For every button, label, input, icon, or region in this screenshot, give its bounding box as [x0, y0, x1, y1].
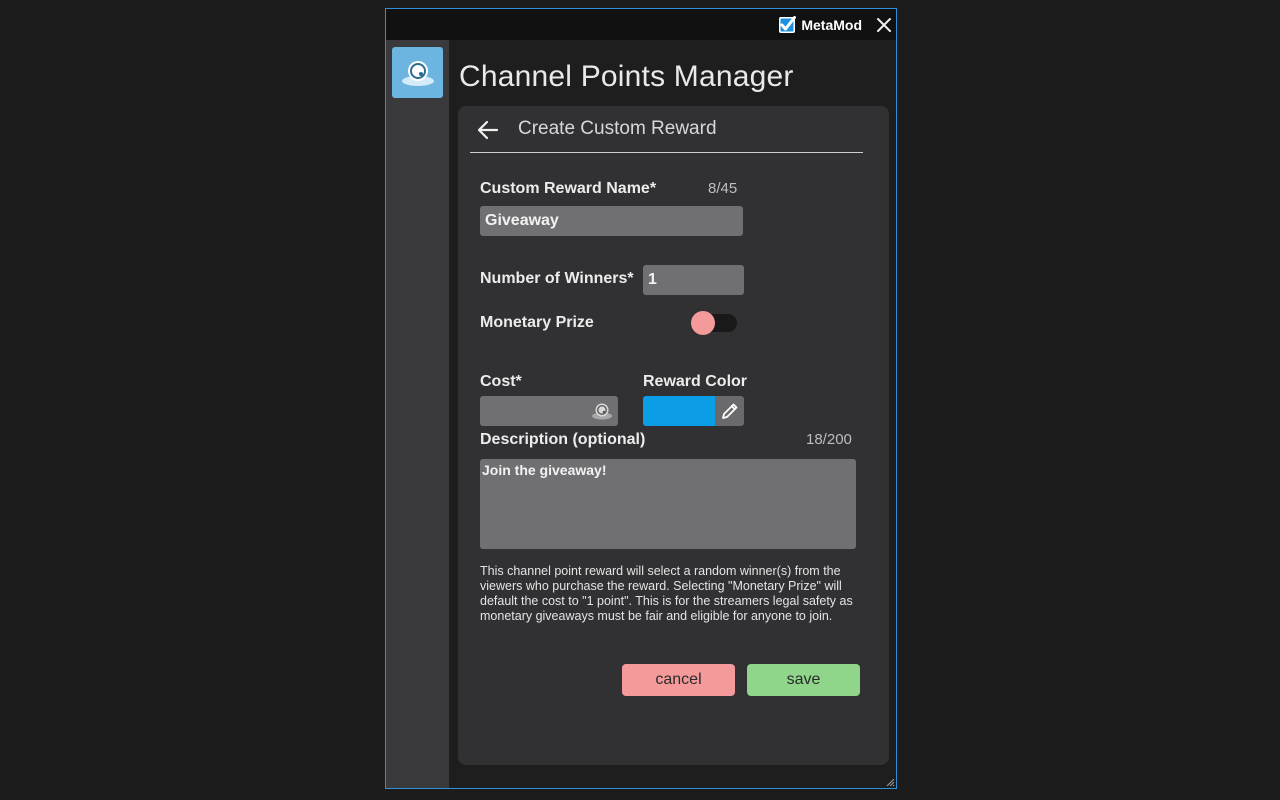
page-title: Channel Points Manager	[459, 60, 794, 93]
arrow-left-icon	[477, 120, 499, 140]
cost-field	[480, 396, 618, 426]
close-icon	[877, 18, 891, 32]
reward-name-counter: 8/45	[708, 180, 738, 197]
card-header: Create Custom Reward	[470, 106, 863, 153]
reward-color-picker[interactable]	[643, 396, 744, 426]
close-button[interactable]	[874, 15, 894, 35]
card-title: Create Custom Reward	[518, 118, 717, 139]
reward-name-label: Custom Reward Name*	[480, 180, 657, 197]
description-input[interactable]: Join the giveaway!	[480, 459, 856, 549]
description-counter: 18/200	[806, 431, 852, 448]
monetary-prize-label: Monetary Prize	[480, 314, 594, 331]
create-reward-card: Create Custom Reward Custom Reward Name*…	[458, 106, 889, 765]
resize-handle-icon[interactable]	[885, 777, 895, 787]
edit-color-button[interactable]	[715, 396, 744, 426]
extension-window: MetaMod Channel Points Manager Create Cu…	[385, 8, 897, 789]
reward-name-input[interactable]	[480, 206, 743, 236]
winners-label: Number of Winners*	[480, 270, 634, 287]
brand-label: MetaMod	[801, 17, 862, 33]
channel-points-icon	[592, 403, 612, 420]
help-text: This channel point reward will select a …	[480, 564, 853, 623]
reward-color-swatch	[643, 396, 715, 426]
pencil-icon	[721, 403, 737, 419]
toggle-knob	[691, 311, 715, 335]
main-content: Channel Points Manager Create Custom Rew…	[449, 40, 896, 788]
sidebar	[386, 40, 449, 788]
cost-label: Cost*	[480, 373, 522, 390]
winners-input[interactable]	[643, 265, 744, 295]
description-label: Description (optional)	[480, 431, 646, 448]
back-button[interactable]	[476, 118, 500, 142]
reward-color-label: Reward Color	[643, 373, 748, 390]
brand: MetaMod	[778, 15, 862, 35]
cancel-button[interactable]: cancel	[622, 664, 735, 696]
monetary-prize-toggle[interactable]	[691, 311, 737, 335]
checkbox-logo-icon	[779, 16, 797, 33]
channel-points-icon	[401, 60, 434, 86]
sidebar-item-channel-points[interactable]	[392, 47, 443, 98]
cost-input[interactable]	[480, 396, 590, 426]
save-button[interactable]: save	[747, 664, 860, 696]
title-bar: MetaMod	[386, 9, 896, 40]
